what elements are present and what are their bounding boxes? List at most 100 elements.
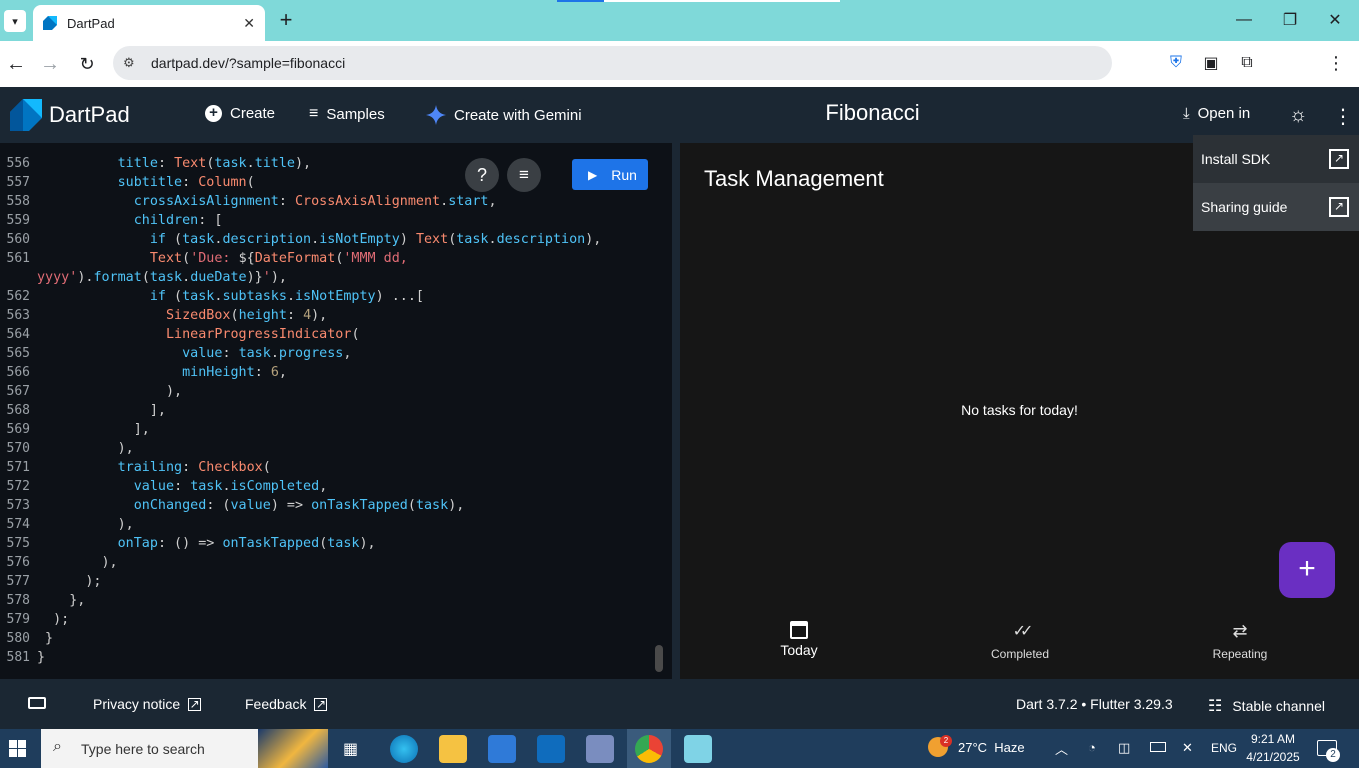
line-number: 576 xyxy=(6,555,30,570)
chrome-menu-icon[interactable]: ⋮ xyxy=(1326,52,1346,74)
line-number: 561 xyxy=(6,251,30,266)
create-with-gemini-button[interactable]: Create with Gemini xyxy=(426,105,582,125)
code-line: ), xyxy=(37,441,134,456)
meet-now-icon[interactable]: ◫ xyxy=(1118,740,1130,756)
channel-selector[interactable]: ☷ Stable channel xyxy=(1208,696,1325,716)
weather-text[interactable]: 27°C Haze xyxy=(958,740,1025,755)
line-number: 577 xyxy=(6,574,30,589)
file-explorer-icon[interactable] xyxy=(439,735,467,763)
code-line: ], xyxy=(37,403,166,418)
code-line: crossAxisAlignment: CrossAxisAlignment.s… xyxy=(133,194,497,209)
notification-count: 2 xyxy=(1326,748,1340,762)
line-number: 559 xyxy=(6,213,30,228)
line-number: 581 xyxy=(6,650,30,665)
add-circle-icon: + xyxy=(205,105,222,122)
media-app-icon[interactable] xyxy=(586,735,614,763)
show-hidden-icons-icon[interactable]: ︿ xyxy=(1055,739,1068,758)
reload-icon[interactable]: ↻ xyxy=(75,52,99,76)
version-info: Dart 3.7.2 • Flutter 3.29.3 xyxy=(1016,696,1173,712)
close-window-icon[interactable]: ✕ xyxy=(1323,8,1347,32)
tab-title: DartPad xyxy=(67,15,115,31)
run-label: Run xyxy=(611,166,637,183)
code-line: minHeight: 6, xyxy=(182,365,287,380)
tune-icon: ☷ xyxy=(1208,698,1223,715)
network-icon[interactable]: ◔ xyxy=(1088,740,1096,755)
code-line: onChanged: (value) => onTaskTapped(task)… xyxy=(133,498,465,513)
line-number: 579 xyxy=(6,612,30,627)
create-label: Create xyxy=(230,105,276,122)
shield-extension-icon[interactable]: ⛨ xyxy=(1165,52,1187,74)
line-number: 560 xyxy=(6,232,30,247)
nav-label-repeating: Repeating xyxy=(1212,647,1268,661)
forward-icon[interactable]: → xyxy=(38,52,62,76)
store-icon[interactable] xyxy=(488,735,516,763)
feedback-label: Feedback xyxy=(245,696,307,712)
browser-tab[interactable]: DartPad ✕ xyxy=(33,5,265,41)
tab-search-icon[interactable]: ▾ xyxy=(4,10,26,32)
battery-icon[interactable] xyxy=(1150,742,1166,752)
editor-scrollbar[interactable] xyxy=(655,645,663,672)
playlist-icon: ≡ xyxy=(309,105,319,122)
clock-time[interactable]: 9:21 AM xyxy=(1248,732,1298,746)
menu-label: Install SDK xyxy=(1201,151,1271,167)
back-icon[interactable]: ← xyxy=(4,52,28,76)
format-code-button[interactable]: ≡ xyxy=(507,158,541,192)
open-in-button[interactable]: ⤓ Open in xyxy=(1183,105,1250,122)
menu-item-sharing-guide[interactable]: Sharing guide ↗ xyxy=(1193,183,1359,231)
minimize-icon[interactable]: — xyxy=(1232,8,1256,32)
open-external-icon: ↗ xyxy=(314,696,328,711)
line-number: 567 xyxy=(6,384,30,399)
gemini-label: Create with Gemini xyxy=(454,106,582,124)
line-number: 573 xyxy=(6,498,30,513)
bottom-nav-today[interactable]: Today xyxy=(769,618,829,658)
app-bar-title: Task Management xyxy=(704,166,884,191)
clock-date[interactable]: 4/21/2025 xyxy=(1243,750,1303,764)
menu-label: Sharing guide xyxy=(1201,199,1288,215)
volume-muted-icon[interactable]: ✕ xyxy=(1182,740,1193,756)
run-button[interactable]: ▶ Run xyxy=(572,159,648,190)
code-line: } xyxy=(37,650,46,665)
code-line: trailing: Checkbox( xyxy=(117,460,271,475)
code-line: SizedBox(height: 4), xyxy=(166,308,328,323)
close-tab-icon[interactable]: ✕ xyxy=(243,15,255,32)
outlook-icon[interactable] xyxy=(537,735,565,763)
feedback-link[interactable]: Feedback ↗ xyxy=(245,696,328,712)
open-in-menu: Install SDK ↗ Sharing guide ↗ xyxy=(1193,135,1359,231)
language-indicator[interactable]: ENG xyxy=(1211,741,1237,755)
split-divider[interactable] xyxy=(672,143,680,679)
code-editor[interactable]: 556 557 558 559 560 561 562 563 564 565 566 567 568 5… xyxy=(0,143,672,679)
edge-icon[interactable] xyxy=(390,735,418,763)
code-line: ), xyxy=(37,555,118,570)
privacy-notice-link[interactable]: Privacy notice ↗ xyxy=(93,696,202,712)
samples-button[interactable]: ≡ Samples xyxy=(309,105,385,123)
keyboard-icon[interactable] xyxy=(28,697,46,709)
task-view-icon[interactable]: ▦ xyxy=(343,739,358,759)
url-field[interactable]: ⚙ dartpad.dev/?sample=fibonacci xyxy=(113,46,1112,80)
dartpad-logo-label: DartPad xyxy=(49,102,130,127)
extensions-puzzle-icon[interactable]: ⧉ xyxy=(1236,52,1258,74)
maximize-icon[interactable]: ❐ xyxy=(1278,8,1302,32)
chrome-icon[interactable] xyxy=(635,735,663,763)
line-number: 563 xyxy=(6,308,30,323)
code-line: if (task.subtasks.isNotEmpty) ...[ xyxy=(149,289,424,304)
line-number: 571 xyxy=(6,460,30,475)
bottom-nav-repeating[interactable]: ⇄ Repeating xyxy=(1200,621,1280,661)
create-button[interactable]: + Create xyxy=(205,105,275,122)
empty-state-message: No tasks for today! xyxy=(961,402,1078,418)
taskbar-search-input[interactable]: ⌕ Type here to search xyxy=(41,729,328,768)
code-line: subtitle: Column( xyxy=(117,175,255,190)
theme-toggle-icon[interactable]: ☼ xyxy=(1289,104,1307,127)
image-extension-icon[interactable]: ▣ xyxy=(1200,52,1222,74)
windows-start-icon[interactable] xyxy=(9,740,26,757)
open-in-label: Open in xyxy=(1197,105,1251,122)
more-menu-icon[interactable]: ⋮ xyxy=(1333,104,1353,129)
menu-item-install-sdk[interactable]: Install SDK ↗ xyxy=(1193,135,1359,183)
format-help-button[interactable]: ? xyxy=(465,158,499,192)
bottom-nav-completed[interactable]: ✓✓ Completed xyxy=(980,621,1060,661)
add-task-fab[interactable]: + xyxy=(1279,542,1335,598)
site-info-icon[interactable]: ⚙ xyxy=(123,55,135,71)
notepad-icon[interactable] xyxy=(684,735,712,763)
code-line: }, xyxy=(37,593,86,608)
new-tab-button[interactable]: + xyxy=(275,7,297,32)
privacy-label: Privacy notice xyxy=(93,696,181,712)
